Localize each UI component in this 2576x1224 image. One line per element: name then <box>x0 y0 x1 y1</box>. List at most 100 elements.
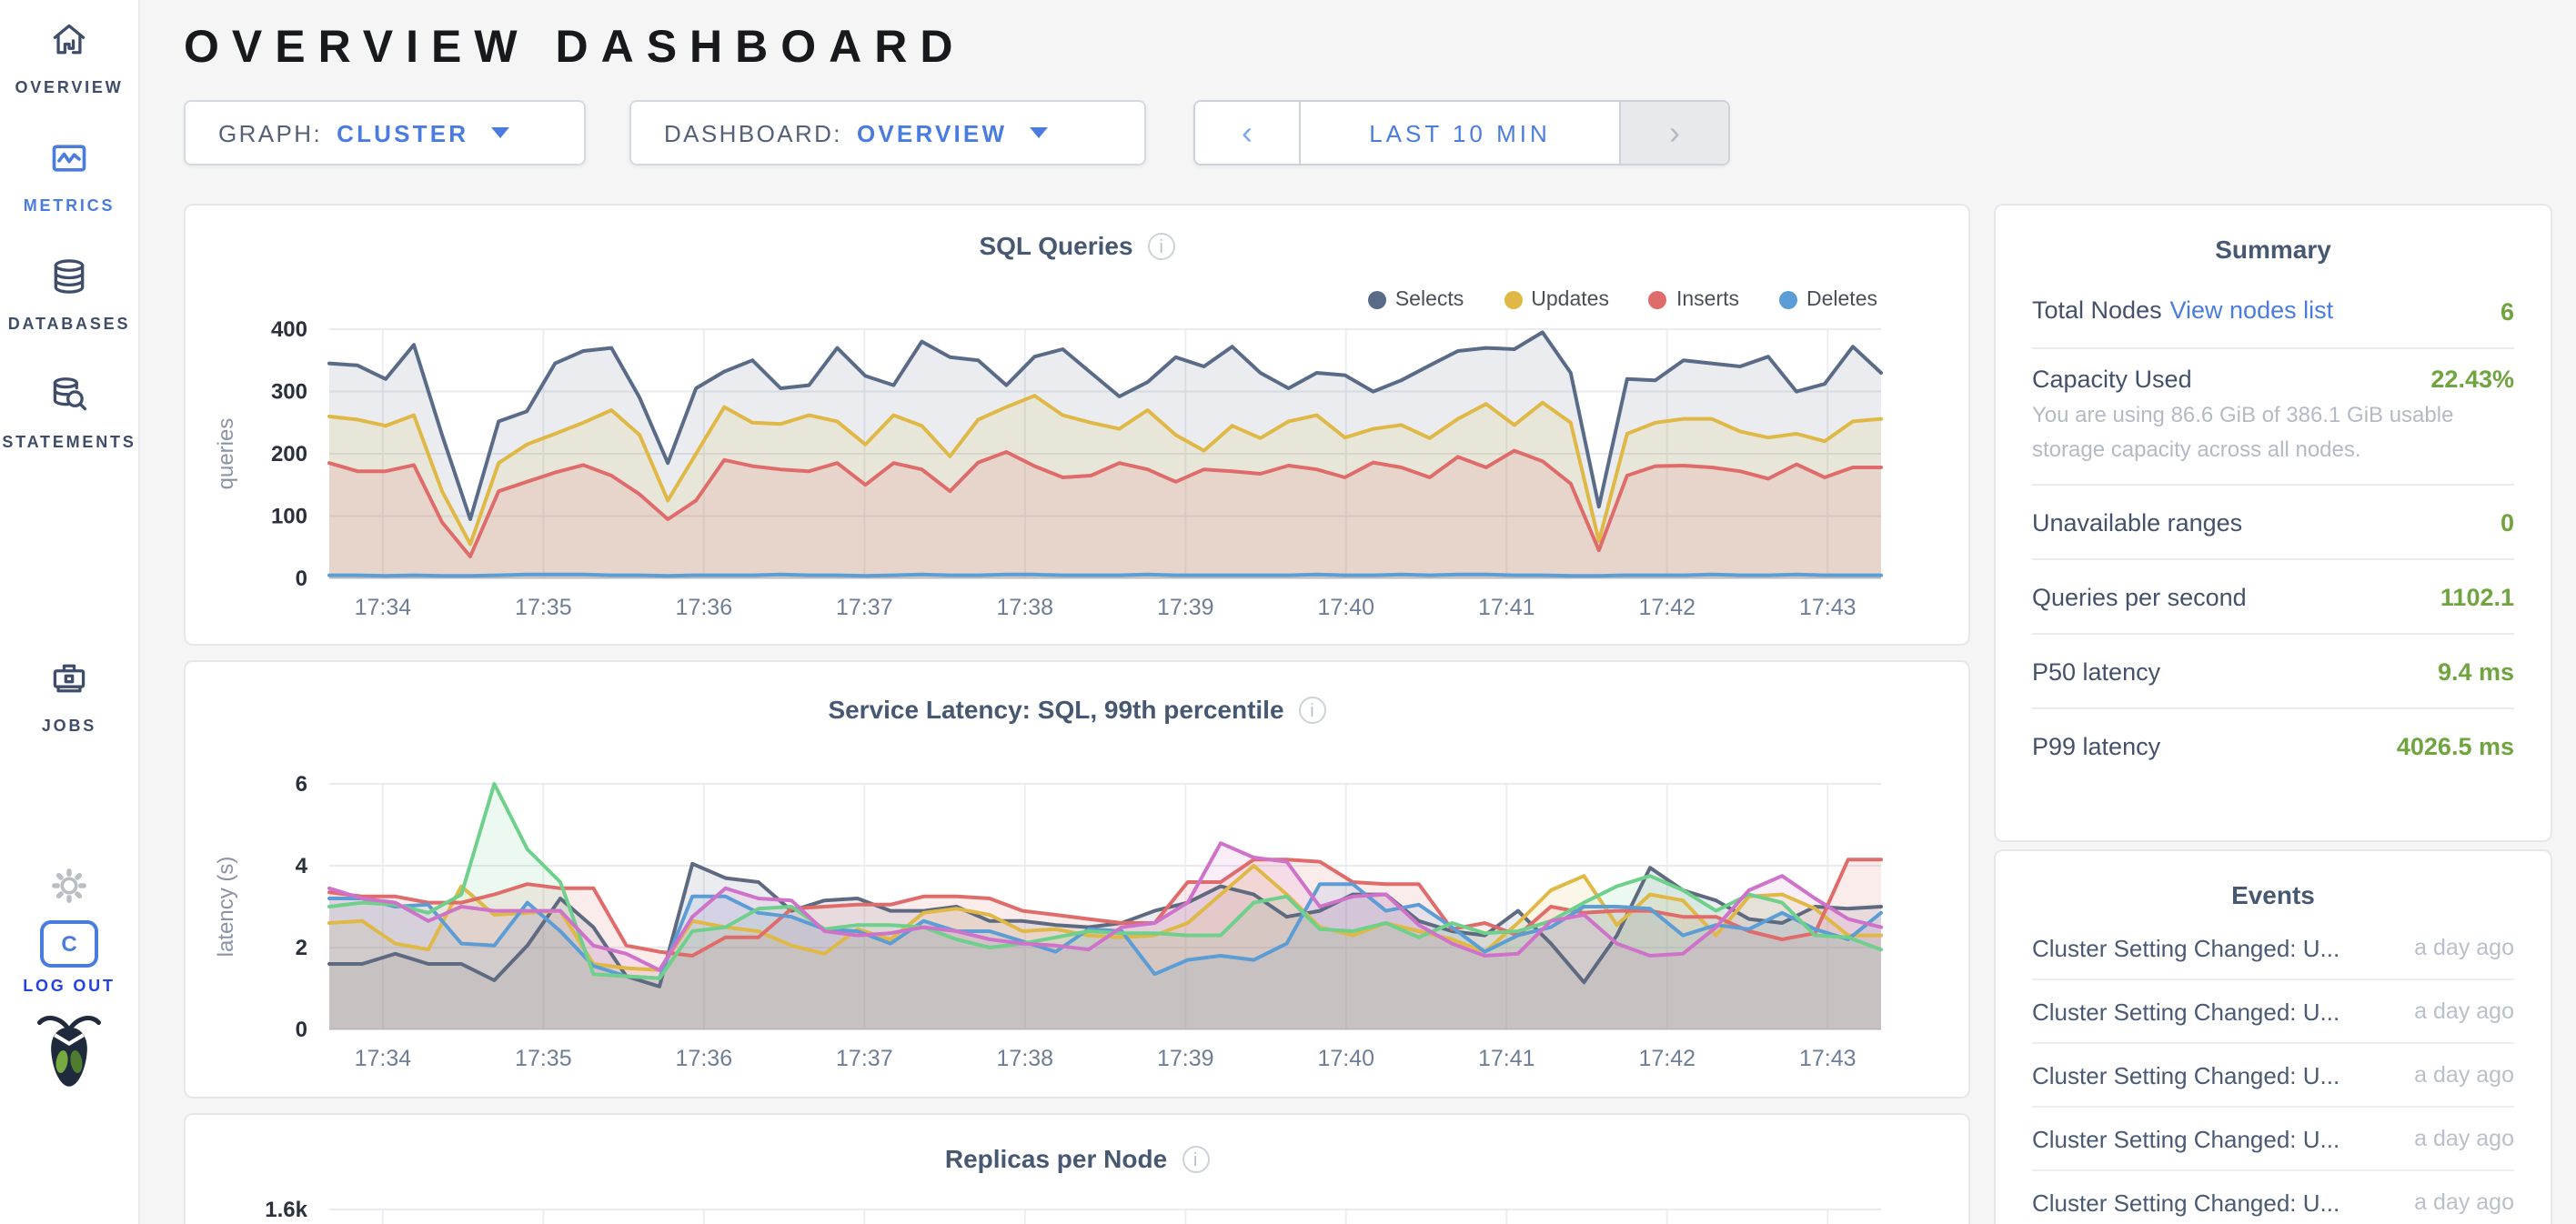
time-prev-button[interactable]: ‹ <box>1195 102 1299 164</box>
time-range-value[interactable]: LAST 10 MIN <box>1299 102 1621 164</box>
logout-label: LOG OUT <box>23 977 116 995</box>
svg-text:queries: queries <box>214 418 238 490</box>
graph-dropdown[interactable]: GRAPH: CLUSTER <box>184 100 586 166</box>
sidebar-item-databases[interactable]: DATABASES <box>0 256 138 333</box>
legend-dot-icon <box>1368 291 1386 309</box>
dashboard-dropdown[interactable]: DASHBOARD: OVERVIEW <box>629 100 1146 166</box>
svg-text:17:41: 17:41 <box>1478 595 1535 620</box>
chevron-down-icon <box>490 127 508 138</box>
info-icon[interactable]: i <box>1299 696 1326 723</box>
time-next-button[interactable]: › <box>1621 102 1728 164</box>
summary-row-capacity: Capacity Used 22.43% You are using 86.6 … <box>2032 349 2514 486</box>
svg-text:0: 0 <box>296 1018 307 1042</box>
svg-text:17:38: 17:38 <box>997 595 1054 620</box>
legend-label: Inserts <box>1676 289 1739 311</box>
svg-text:2: 2 <box>296 936 307 960</box>
event-time: a day ago <box>2414 998 2514 1024</box>
summary-row: P99 latency 4026.5 ms <box>2032 709 2514 782</box>
replicas-per-node-plot[interactable]: 1.6k <box>186 1195 1972 1224</box>
database-icon <box>49 256 89 306</box>
svg-text:17:42: 17:42 <box>1638 1046 1696 1071</box>
sidebar-item-label: STATEMENTS <box>2 433 136 451</box>
svg-text:17:37: 17:37 <box>836 1046 893 1071</box>
svg-text:17:37: 17:37 <box>836 595 893 620</box>
chart-title: SQL Queries <box>979 231 1132 260</box>
svg-text:17:43: 17:43 <box>1799 595 1857 620</box>
graph-dropdown-value: CLUSTER <box>337 119 468 146</box>
graph-dropdown-label: GRAPH: <box>218 119 322 146</box>
sidebar-item-logout[interactable]: C LOG OUT <box>0 920 138 995</box>
sidebar-item-jobs[interactable]: JOBS <box>0 658 138 735</box>
svg-text:300: 300 <box>271 380 307 405</box>
svg-text:17:40: 17:40 <box>1317 595 1374 620</box>
info-icon[interactable]: i <box>1148 232 1175 259</box>
summary-row-value: 0 <box>2501 508 2514 536</box>
chart-title: Replicas per Node <box>945 1144 1167 1173</box>
info-icon[interactable]: i <box>1182 1145 1209 1172</box>
legend-dot-icon <box>1504 291 1522 309</box>
svg-text:0: 0 <box>296 567 307 591</box>
summary-row-value: 4026.5 ms <box>2397 732 2514 759</box>
legend-dot-icon <box>1779 291 1797 309</box>
sidebar-item-statements[interactable]: STATEMENTS <box>0 375 138 451</box>
service-latency-plot[interactable]: 17:3417:3517:3617:3717:3817:3917:4017:41… <box>186 766 1972 1084</box>
svg-text:17:34: 17:34 <box>355 1046 412 1071</box>
legend-item: Selects <box>1368 289 1464 311</box>
event-list-item[interactable]: Cluster Setting Changed: U... a day ago <box>2032 917 2514 980</box>
svg-text:4: 4 <box>296 854 308 878</box>
sidebar-item-label: DATABASES <box>8 315 131 333</box>
controls-bar: GRAPH: CLUSTER DASHBOARD: OVERVIEW ‹ LAS… <box>184 100 1730 166</box>
svg-text:17:39: 17:39 <box>1157 595 1214 620</box>
summary-row: Unavailable ranges 0 <box>2032 486 2514 560</box>
svg-text:17:42: 17:42 <box>1638 595 1696 620</box>
chart-title: Service Latency: SQL, 99th percentile <box>828 695 1283 724</box>
svg-text:17:43: 17:43 <box>1799 1046 1857 1071</box>
legend-dot-icon <box>1649 291 1667 309</box>
legend-label: Deletes <box>1806 289 1877 311</box>
cockroachdb-logo-icon <box>0 1011 138 1091</box>
sql-queries-chart-card: SQL Queries i Selects Updates Inserts Delet… <box>184 204 1970 646</box>
cockroach-c-icon: C <box>40 920 98 968</box>
summary-row-value: 9.4 ms <box>2438 657 2514 685</box>
event-list-item[interactable]: Cluster Setting Changed: U... a day ago <box>2032 1108 2514 1171</box>
summary-row-label: P99 latency <box>2032 732 2160 759</box>
event-list-item[interactable]: Cluster Setting Changed: U... a day ago <box>2032 1044 2514 1108</box>
svg-text:17:36: 17:36 <box>676 595 733 620</box>
settings-gear-icon[interactable] <box>0 866 138 906</box>
svg-text:200: 200 <box>271 442 307 467</box>
total-nodes-label: Total Nodes <box>2032 296 2162 324</box>
view-nodes-list-link[interactable]: View nodes list <box>2170 296 2334 324</box>
summary-row: Queries per second 1102.1 <box>2032 560 2514 635</box>
total-nodes-value: 6 <box>2501 297 2514 325</box>
summary-row-label: Queries per second <box>2032 583 2247 610</box>
home-icon <box>49 20 89 69</box>
event-text: Cluster Setting Changed: U... <box>2032 1125 2340 1152</box>
event-time: a day ago <box>2414 1189 2514 1215</box>
chevron-down-icon <box>1029 127 1047 138</box>
sidebar-item-label: JOBS <box>42 717 96 735</box>
chart-legend: Selects Updates Inserts Deletes <box>1368 289 1877 311</box>
metrics-icon <box>49 138 89 187</box>
svg-text:17:41: 17:41 <box>1478 1046 1535 1071</box>
svg-text:17:39: 17:39 <box>1157 1046 1214 1071</box>
svg-text:400: 400 <box>271 318 307 342</box>
events-list: Cluster Setting Changed: U... a day ago … <box>1996 909 2551 1224</box>
event-list-item[interactable]: Cluster Setting Changed: U... a day ago <box>2032 980 2514 1044</box>
legend-label: Updates <box>1531 289 1609 311</box>
sql-queries-plot[interactable]: 17:3417:3517:3617:3717:3817:3917:4017:41… <box>186 318 1972 627</box>
summary-row: P50 latency 9.4 ms <box>2032 635 2514 709</box>
legend-item: Updates <box>1504 289 1609 311</box>
event-list-item[interactable]: Cluster Setting Changed: U... a day ago <box>2032 1171 2514 1224</box>
summary-panel: Summary Total Nodes View nodes list 6 Ca… <box>1994 204 2552 842</box>
overview-dashboard-page: OVERVIEW METRICS DATABASES <box>0 0 2576 1224</box>
event-time: a day ago <box>2414 935 2514 960</box>
sidebar-item-label: OVERVIEW <box>15 78 123 96</box>
summary-row-value: 1102.1 <box>2440 583 2514 610</box>
summary-row-total-nodes: Total Nodes View nodes list 6 <box>2032 275 2514 349</box>
sidebar-item-overview[interactable]: OVERVIEW <box>0 20 138 96</box>
svg-text:17:38: 17:38 <box>997 1046 1054 1071</box>
briefcase-icon <box>49 658 89 707</box>
page-title: OVERVIEW DASHBOARD <box>184 22 966 75</box>
sidebar-item-metrics[interactable]: METRICS <box>0 138 138 215</box>
legend-label: Selects <box>1395 289 1464 311</box>
